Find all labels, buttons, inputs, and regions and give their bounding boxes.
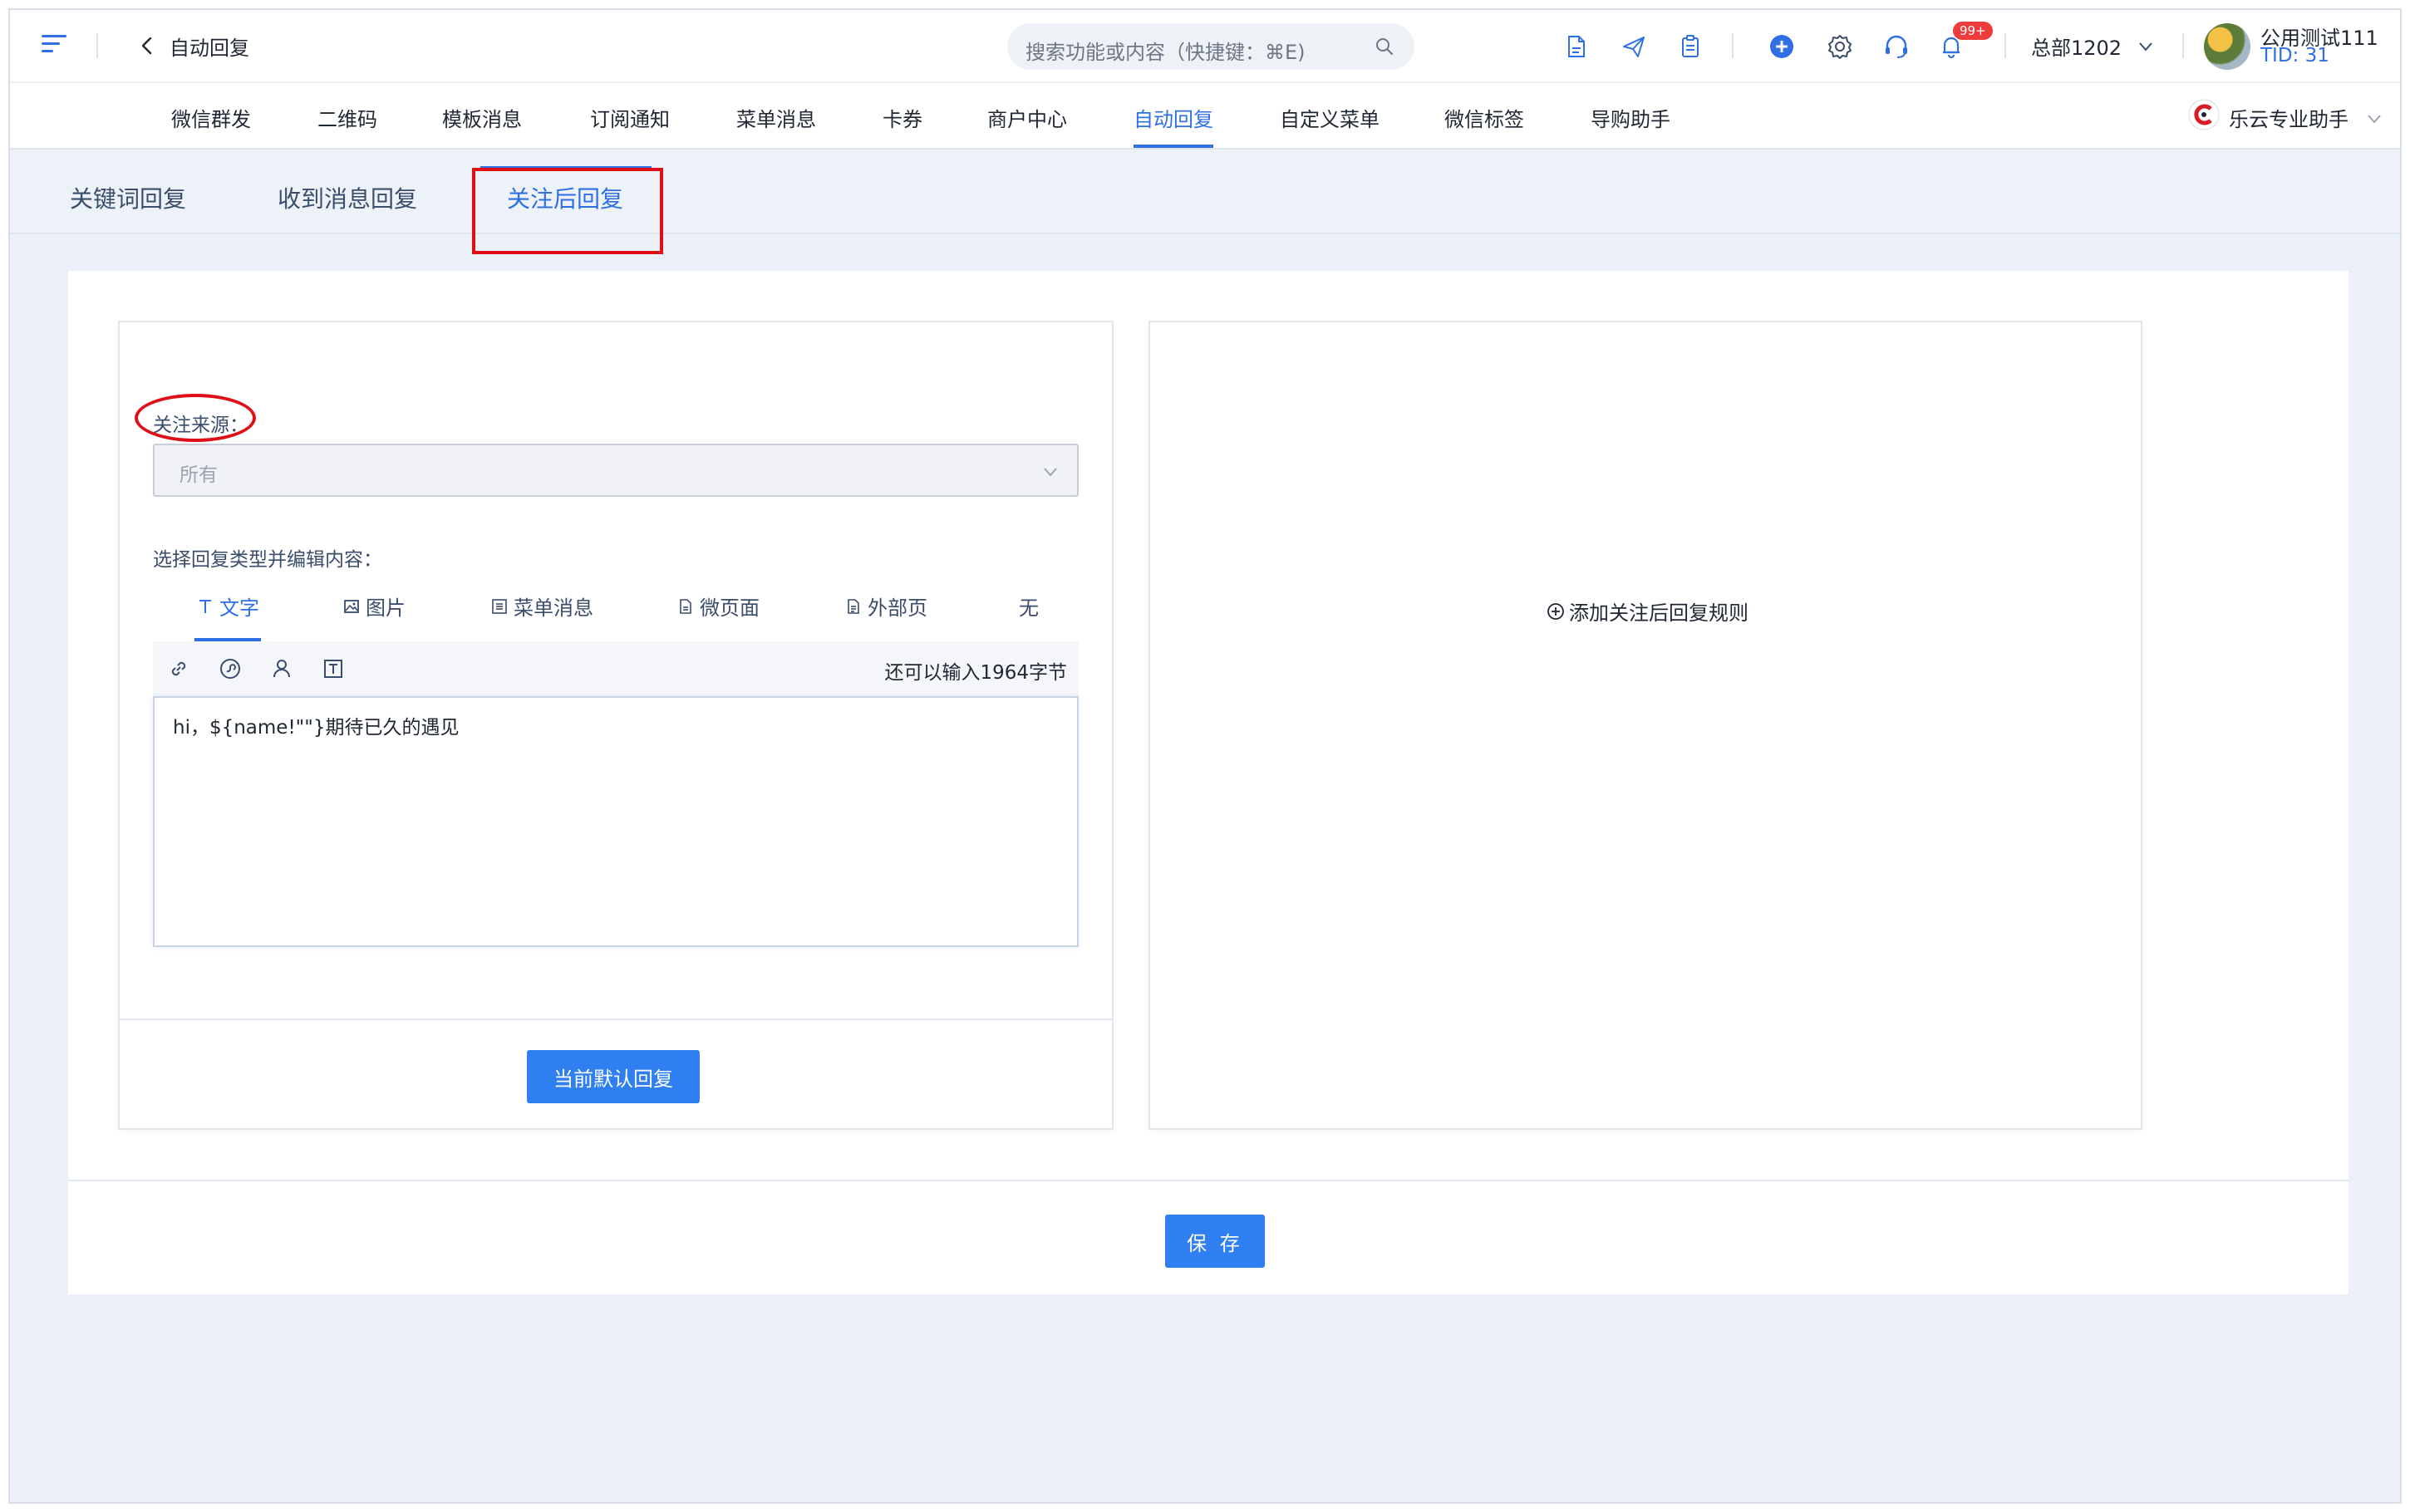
assistant-logo-icon xyxy=(2188,99,2220,130)
document-icon[interactable] xyxy=(1561,32,1591,61)
image-icon xyxy=(344,599,359,613)
page-icon xyxy=(680,598,691,614)
reply-type-none[interactable]: 无 xyxy=(1019,592,1039,621)
text-icon xyxy=(199,599,211,613)
reply-type-none-label: 无 xyxy=(1019,596,1039,620)
default-reply-button[interactable]: 当前默认回复 xyxy=(527,1050,700,1103)
active-indicator xyxy=(1134,145,1213,148)
nav-item-wechat-tags[interactable]: 微信标签 xyxy=(1444,103,1524,132)
divider xyxy=(1732,33,1734,58)
app-window: 自动回复 搜索功能或内容（快捷键：⌘E) 99+ 总部1202 公用测试111 … xyxy=(8,8,2402,1504)
reply-type-micropage-label: 微页面 xyxy=(700,596,760,620)
divider xyxy=(2004,33,2006,58)
source-select-value: 所有 xyxy=(180,464,218,486)
list-icon xyxy=(492,598,507,614)
avatar[interactable] xyxy=(2204,23,2250,70)
reply-rules-card: 添加关注后回复规则 xyxy=(1148,321,2142,1130)
reply-type-text-label: 文字 xyxy=(219,596,259,620)
reply-type-menu-label: 菜单消息 xyxy=(514,596,593,620)
divider xyxy=(68,1180,2349,1181)
divider xyxy=(96,33,98,58)
text-format-icon[interactable] xyxy=(321,656,346,681)
source-select[interactable]: 所有 xyxy=(153,444,1079,497)
nav-item-merchant[interactable]: 商户中心 xyxy=(987,103,1067,132)
user-tid: TID: 31 xyxy=(2260,45,2329,66)
page-title: 自动回复 xyxy=(170,37,249,60)
org-selector[interactable]: 总部1202 xyxy=(2031,32,2122,61)
external-page-icon xyxy=(848,598,859,614)
send-icon[interactable] xyxy=(1619,32,1649,61)
notification-badge: 99+ xyxy=(1953,22,1993,40)
main-panel: 关注来源： 所有 选择回复类型并编辑内容： 文字 图片 菜单消息 微页面 外部页… xyxy=(68,271,2349,1294)
menu-icon[interactable] xyxy=(42,35,66,55)
tab-keyword-reply[interactable]: 关键词回复 xyxy=(70,181,186,214)
nav-item-qrcode[interactable]: 二维码 xyxy=(317,103,377,132)
reply-content: hi，${name!""}期待已久的遇见 xyxy=(173,717,460,739)
mini-program-icon[interactable] xyxy=(218,656,243,681)
back-arrow-icon[interactable] xyxy=(135,33,160,58)
nav-item-subscription[interactable]: 订阅通知 xyxy=(590,103,670,132)
reply-editor-card: 关注来源： 所有 选择回复类型并编辑内容： 文字 图片 菜单消息 微页面 外部页… xyxy=(118,321,1114,1130)
nav-item-auto-reply[interactable]: 自动回复 xyxy=(1134,103,1213,132)
nav-item-menu-message[interactable]: 菜单消息 xyxy=(736,103,816,132)
link-icon[interactable] xyxy=(166,656,191,681)
user-icon[interactable] xyxy=(269,656,294,681)
add-circle-icon[interactable] xyxy=(1767,32,1797,61)
reply-type-image-label: 图片 xyxy=(366,596,406,620)
tab-message-reply[interactable]: 收到消息回复 xyxy=(278,181,417,214)
nav-item-custom-menu[interactable]: 自定义菜单 xyxy=(1280,103,1380,132)
editor-toolbar: 还可以输入1964字节 xyxy=(153,641,1079,696)
top-bar: 自动回复 搜索功能或内容（快捷键：⌘E) 99+ 总部1202 公用测试111 … xyxy=(10,10,2400,83)
search-icon[interactable] xyxy=(1373,35,1396,58)
remaining-bytes: 还可以输入1964字节 xyxy=(884,662,1067,684)
clipboard-icon[interactable] xyxy=(1675,32,1705,61)
reply-type-external-label: 外部页 xyxy=(868,596,927,620)
assistant-selector[interactable]: 乐云专业助手 xyxy=(2229,103,2349,132)
highlight-box xyxy=(472,168,663,254)
divider xyxy=(120,1019,1112,1020)
gear-icon[interactable] xyxy=(1825,32,1855,61)
headset-icon[interactable] xyxy=(1881,32,1911,61)
nav-item-shopping-guide[interactable]: 导购助手 xyxy=(1591,103,1670,132)
nav-item-mass-send[interactable]: 微信群发 xyxy=(171,103,251,132)
chevron-down-icon[interactable] xyxy=(2136,37,2156,56)
reply-tabs: 关键词回复 收到消息回复 关注后回复 xyxy=(10,150,2400,254)
add-rule-button[interactable]: 添加关注后回复规则 xyxy=(1546,596,1748,626)
reply-content-textarea[interactable]: hi，${name!""}期待已久的遇见 xyxy=(153,696,1079,947)
divider xyxy=(2182,33,2184,58)
nav-item-coupon[interactable]: 卡券 xyxy=(883,103,922,132)
main-nav: 微信群发 二维码 模板消息 订阅通知 菜单消息 卡券 商户中心 自动回复 自定义… xyxy=(10,83,2400,150)
chevron-down-icon[interactable] xyxy=(2365,110,2383,128)
search-input[interactable]: 搜索功能或内容（快捷键：⌘E) xyxy=(1007,23,1414,70)
save-button[interactable]: 保 存 xyxy=(1165,1215,1265,1268)
add-circle-icon xyxy=(1547,602,1564,620)
reply-type-text[interactable]: 文字 xyxy=(196,592,259,621)
add-rule-label: 添加关注后回复规则 xyxy=(1569,601,1748,625)
highlight-circle xyxy=(135,394,256,442)
nav-item-template-message[interactable]: 模板消息 xyxy=(442,103,522,132)
search-placeholder: 搜索功能或内容（快捷键：⌘E) xyxy=(1025,41,1306,64)
reply-type-image[interactable]: 图片 xyxy=(342,592,406,621)
reply-type-label: 选择回复类型并编辑内容： xyxy=(153,549,382,571)
reply-type-external[interactable]: 外部页 xyxy=(844,592,927,621)
reply-type-micropage[interactable]: 微页面 xyxy=(676,592,760,621)
chevron-down-icon xyxy=(1044,468,1057,477)
reply-type-menu[interactable]: 菜单消息 xyxy=(490,592,593,621)
